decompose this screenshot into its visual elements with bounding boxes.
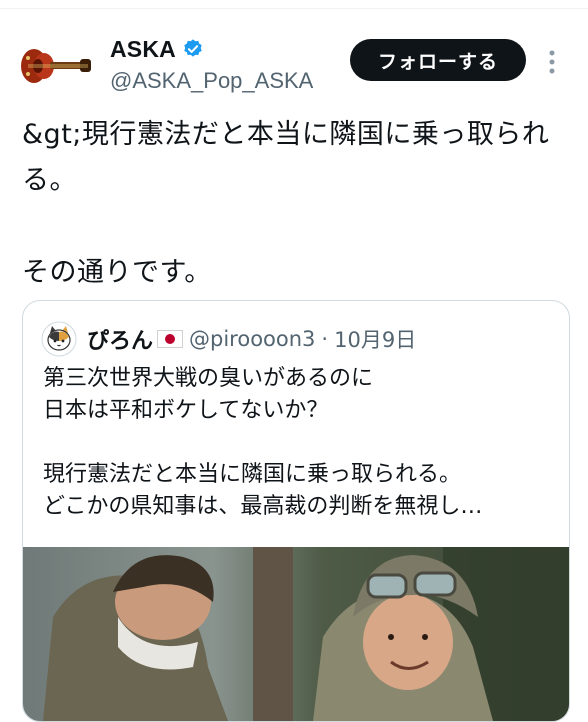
tweet-text-line: &gt;現行憲法だと本当に隣国に乗っ取られ <box>22 119 550 150</box>
more-options-icon[interactable] <box>547 48 557 76</box>
tweet-text-gap <box>22 204 572 250</box>
quoted-display-name[interactable]: ぴろん <box>87 323 153 355</box>
separator-dot: · <box>321 327 329 351</box>
cat-avatar-icon[interactable] <box>41 321 77 357</box>
violin-bass-guitar-avatar-icon <box>21 49 91 83</box>
tweet-text-line: その通りです。 <box>22 257 212 288</box>
quoted-tweet-header: ぴろん @piroooon3 · 10月9日 <box>41 319 416 359</box>
tweet-text: &gt;現行憲法だと本当に隣国に乗っ取られ る。 その通りです。 <box>22 112 572 296</box>
quoted-text-line: 第三次世界大戦の臭いがあるのに <box>43 366 374 391</box>
tweet-text-line: る。 <box>22 165 77 196</box>
quoted-text-line: どこかの県知事は、最高裁の判断を無視し… <box>43 494 483 519</box>
quoted-text-gap <box>43 427 553 459</box>
author-display-name[interactable]: ASKA <box>110 36 176 63</box>
quoted-text-line: 現行憲法だと本当に隣国に乗っ取られる。 <box>43 462 462 487</box>
avatar[interactable] <box>20 42 92 90</box>
follow-button[interactable]: フォローする <box>350 39 526 81</box>
quoted-date[interactable]: 10月9日 <box>334 324 416 354</box>
quoted-tweet-card[interactable]: ぴろん @piroooon3 · 10月9日 第三次世界大戦の臭いがあるのに 日… <box>22 300 570 722</box>
tweet-header: ASKA @ASKA_Pop_ASKA フォローする <box>20 34 568 98</box>
quoted-text-line: 日本は平和ボケしてないか？ <box>43 398 329 423</box>
quoted-media-photo[interactable] <box>23 547 569 721</box>
verified-badge-icon <box>184 39 202 57</box>
author-info: ASKA @ASKA_Pop_ASKA <box>110 34 313 94</box>
quoted-tweet-text: 第三次世界大戦の臭いがあるのに 日本は平和ボケしてないか？ 現行憲法だと本当に隣… <box>43 363 553 523</box>
japan-flag-icon <box>157 330 184 348</box>
top-divider <box>0 0 588 9</box>
author-handle[interactable]: @ASKA_Pop_ASKA <box>110 68 313 94</box>
quoted-handle[interactable]: @piroooon3 <box>189 327 315 351</box>
